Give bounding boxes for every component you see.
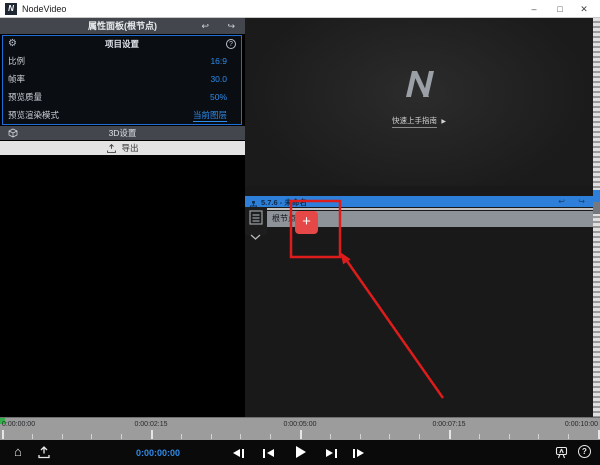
setting-label: 比例	[8, 56, 26, 66]
node-toolbar-left	[245, 207, 267, 240]
timeline-ruler[interactable]: 0:00:00:00 0:00:02:15 0:00:05:00 0:00:07:15…	[0, 417, 600, 440]
close-button[interactable]: ✕	[576, 2, 592, 16]
project-settings-title: 项目设置	[104, 39, 139, 49]
ruler-tick	[389, 434, 391, 439]
ruler-timestamp: 0:00:02:15	[134, 421, 168, 428]
right-area: 快速上手指南 ▶ 5.7.6 - 未命名 ↩ ↪ 根节点 +	[245, 18, 593, 417]
setting-label: 预览渲染模式	[8, 110, 60, 120]
ruler-timestamp: 0:00:10:00	[564, 421, 598, 428]
play-button[interactable]	[296, 446, 306, 458]
setting-value[interactable]: 16:9	[210, 56, 227, 66]
nodevideo-logo-icon	[403, 70, 435, 103]
help-button[interactable]: ?	[578, 445, 591, 458]
quick-start-guide-link[interactable]: 快速上手指南	[391, 115, 437, 128]
frame-forward-button[interactable]	[353, 447, 364, 459]
app-logo-icon: N	[5, 3, 17, 15]
ruler-tick	[329, 434, 331, 439]
export-icon	[107, 143, 117, 153]
ruler-tick	[449, 430, 451, 439]
background-window-sliver-blue	[593, 190, 600, 202]
ruler-tick	[180, 434, 182, 439]
setting-row: 预览渲染模式 当前图层	[3, 106, 241, 124]
time-display: 0:00:00:00	[135, 448, 181, 458]
node-undo-icon[interactable]: ↩	[558, 196, 565, 207]
ruler-tick	[210, 434, 212, 439]
setting-value[interactable]: 当前图层	[192, 109, 227, 122]
ruler-tick	[538, 434, 540, 439]
quick-start-guide[interactable]: 快速上手指南 ▶	[245, 110, 593, 128]
setting-row: 比例 16:9	[3, 52, 241, 70]
background-window-sliver-gray	[593, 202, 600, 214]
settings-3d-section[interactable]: 3D设置	[0, 126, 245, 140]
ruler-tick	[359, 434, 361, 439]
ruler-tick	[61, 434, 63, 439]
titlebar: N NodeVideo – □ ✕	[0, 0, 600, 18]
project-settings-rows: 比例 16:9 帧率 30.0 预览质量 50% 预览渲染模式 当前图层	[3, 52, 241, 124]
setting-label: 帧率	[8, 74, 26, 84]
properties-panel-title: 属性面板(根节点)	[88, 21, 157, 31]
ruler-tick	[478, 434, 480, 439]
undo-icon[interactable]: ↩	[201, 18, 209, 34]
ruler-timestamp: 0:00:05:00	[283, 421, 317, 428]
setting-label: 预览质量	[8, 92, 43, 102]
ruler-tick	[419, 434, 421, 439]
setting-row: 预览质量 50%	[3, 88, 241, 106]
gear-icon[interactable]: ⚙	[8, 36, 17, 52]
jump-start-button[interactable]	[263, 447, 274, 459]
setting-row: 帧率 30.0	[3, 70, 241, 88]
cube-icon	[8, 128, 18, 142]
ruler-tick	[508, 434, 510, 439]
properties-panel: 属性面板(根节点) ↩ ↪ ⚙ 项目设置 ? 比例 16:9 帧率 30.0 预览质量 5…	[0, 18, 245, 417]
root-node-label[interactable]: 根节点	[272, 214, 296, 223]
transport-bar: ⌂ 0:00:00:00 ?	[0, 440, 600, 465]
ruler-tick	[2, 430, 4, 439]
help-icon[interactable]: ?	[226, 39, 236, 49]
project-settings-box: ⚙ 项目设置 ? 比例 16:9 帧率 30.0 预览质量 50% 预览渲染模式 当前图层	[2, 35, 242, 125]
add-node-button[interactable]: +	[295, 211, 318, 234]
minimize-button[interactable]: –	[526, 2, 542, 16]
setting-value[interactable]: 30.0	[210, 74, 227, 84]
settings-3d-label: 3D设置	[108, 128, 137, 138]
export-label: 导出	[121, 143, 139, 153]
upload-icon[interactable]	[37, 446, 51, 464]
redo-icon[interactable]: ↪	[227, 18, 235, 34]
ruler-tick	[91, 434, 93, 439]
node-panel-title: 5.7.6 - 未命名	[261, 198, 307, 207]
node-scrollbar[interactable]	[267, 208, 593, 210]
ruler-tick	[151, 430, 153, 439]
background-window-sliver	[593, 18, 600, 440]
preview-viewport: 快速上手指南 ▶	[245, 18, 593, 186]
app-window: N NodeVideo – □ ✕ 属性面板(根节点) ↩ ↪ ⚙ 项目设置 ?…	[0, 0, 600, 465]
ruler-timestamp: 0:00:07:15	[432, 421, 466, 428]
ruler-timestamp: 0:00:00:00	[2, 421, 36, 428]
app-title: NodeVideo	[22, 4, 67, 14]
ruler-tick	[270, 434, 272, 439]
project-settings-header: ⚙ 项目设置 ?	[3, 36, 241, 52]
ruler-tick	[568, 434, 570, 439]
properties-panel-header: 属性面板(根节点) ↩ ↪	[0, 18, 245, 34]
chevron-down-icon[interactable]	[250, 227, 261, 245]
home-icon[interactable]: ⌂	[14, 444, 22, 459]
ruler-tick	[240, 434, 242, 439]
ruler-tick	[300, 430, 302, 439]
node-redo-icon[interactable]: ↪	[578, 196, 585, 207]
setting-value[interactable]: 50%	[210, 92, 227, 102]
frame-back-button[interactable]	[233, 447, 244, 459]
export-button[interactable]: 导出	[0, 141, 245, 155]
play-arrow-icon: ▶	[441, 119, 447, 125]
maximize-button[interactable]: □	[552, 2, 568, 16]
bookmark-icon[interactable]	[555, 446, 568, 464]
ruler-tick	[31, 434, 33, 439]
ruler-tick	[121, 434, 123, 439]
node-panel-header[interactable]: 5.7.6 - 未命名 ↩ ↪	[245, 196, 593, 210]
jump-end-button[interactable]	[326, 447, 337, 459]
